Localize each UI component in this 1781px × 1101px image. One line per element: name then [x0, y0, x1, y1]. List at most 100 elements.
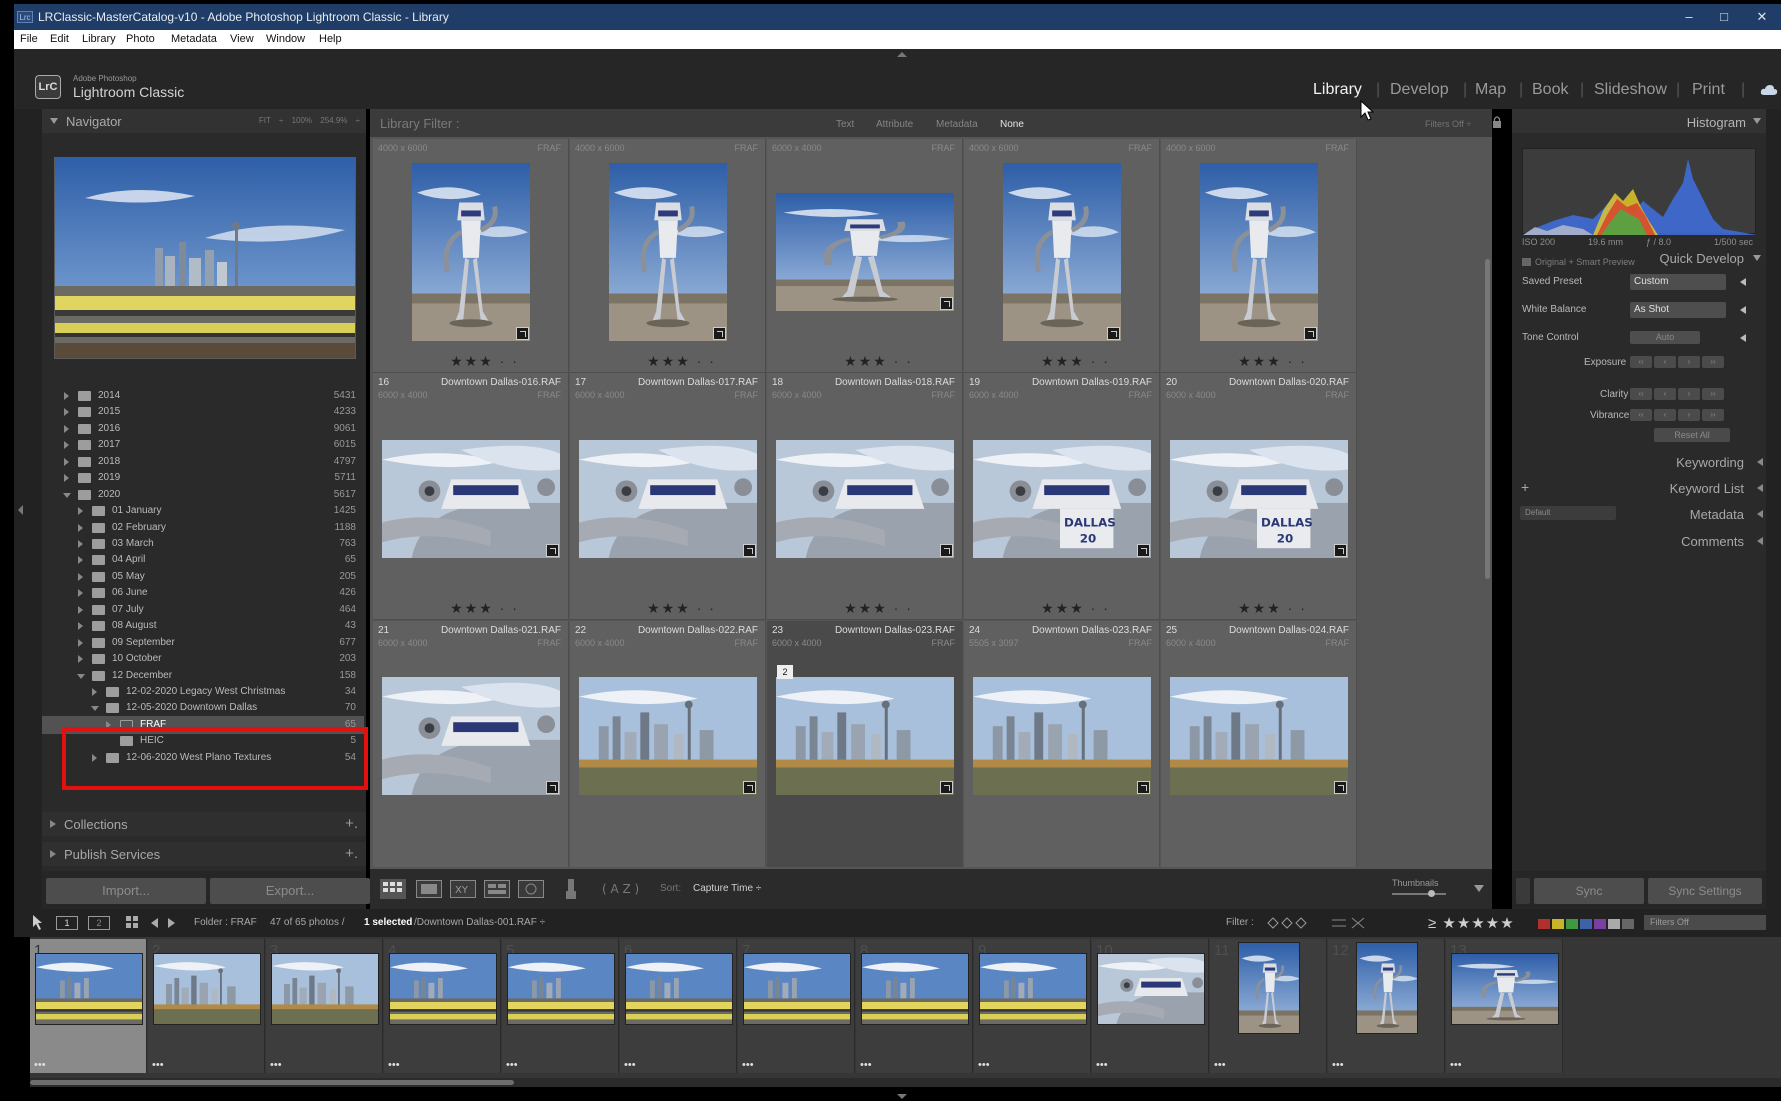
top-panel-toggle-icon[interactable]: [897, 52, 907, 57]
add-keyword-button[interactable]: +: [1521, 479, 1529, 495]
thumbnail-image[interactable]: DALLAS 20: [1170, 440, 1348, 558]
filter-none[interactable]: None: [1000, 119, 1024, 130]
thumbnail-size-knob[interactable]: [1428, 890, 1435, 897]
filmstrip-cell[interactable]: 2 •••: [148, 939, 265, 1073]
thumbnail-size-slider[interactable]: [1392, 893, 1446, 895]
people-view-icon[interactable]: [518, 880, 544, 898]
vibrance-buttons[interactable]: ‹‹ ‹ › ››: [1630, 409, 1726, 421]
filmstrip-filter-dropdown[interactable]: Filters Off: [1644, 915, 1766, 930]
sort-direction-icon[interactable]: ( A Z ): [602, 879, 642, 899]
grid-icon[interactable]: [126, 916, 140, 930]
color-label-purple[interactable]: [1594, 919, 1606, 929]
stack-count-badge[interactable]: 2: [777, 665, 793, 679]
collapse-caret-icon[interactable]: [1753, 255, 1761, 261]
back-arrow-icon[interactable]: [148, 916, 160, 930]
grid-cell[interactable]: 16 Downtown Dallas-016.RAF 6000 x 4000 F…: [373, 373, 569, 620]
folder-10-october[interactable]: 10 October 203: [42, 650, 364, 668]
forward-arrow-icon[interactable]: [166, 916, 178, 930]
folder-2017[interactable]: 2017 6015: [42, 436, 364, 454]
edited-badge-icon[interactable]: [1137, 544, 1150, 557]
thumbnail-image[interactable]: [382, 677, 560, 795]
color-label-none[interactable]: [1622, 919, 1634, 929]
filmstrip-cell[interactable]: 12 •••: [1328, 939, 1445, 1073]
thumbnail-image[interactable]: [382, 440, 560, 558]
folder-04-april[interactable]: 04 April 65: [42, 551, 364, 569]
navigator-preview[interactable]: [54, 157, 356, 359]
folder-01-january[interactable]: 01 January 1425: [42, 502, 364, 520]
grid-cell[interactable]: 11 Downtown Dallas-011.RAF 4000 x 6000 F…: [373, 139, 569, 373]
grid-cell[interactable]: 15 Downtown Dallas-015.RAF 4000 x 6000 F…: [1161, 139, 1357, 373]
toolbar-options-icon[interactable]: [1474, 885, 1484, 893]
expand-left-icon[interactable]: [1740, 306, 1746, 314]
edit-filter-icon[interactable]: [1332, 916, 1366, 930]
rating-stars[interactable]: ★★★ · ·: [1161, 600, 1356, 617]
rating-stars[interactable]: ★★★ · ·: [373, 600, 568, 617]
left-panel-edge[interactable]: [14, 109, 42, 909]
painter-icon[interactable]: [566, 879, 576, 899]
menu-photo[interactable]: Photo: [126, 33, 155, 45]
thumbnail-image[interactable]: [1003, 163, 1121, 341]
bottom-panel-toggle-icon[interactable]: [897, 1094, 907, 1099]
collapse-caret-icon[interactable]: [50, 118, 58, 124]
lock-icon[interactable]: [1492, 115, 1502, 129]
thumbnail-image[interactable]: [776, 440, 954, 558]
histogram-header[interactable]: Histogram: [1512, 109, 1766, 133]
maximize-button[interactable]: □: [1709, 7, 1739, 27]
color-label-red[interactable]: [1538, 919, 1550, 929]
metadata-header[interactable]: Metadata: [1512, 502, 1766, 526]
folder-downtown-dallas[interactable]: 12-05-2020 Downtown Dallas 70: [42, 699, 364, 717]
edited-badge-icon[interactable]: [1334, 781, 1347, 794]
menu-edit[interactable]: Edit: [50, 33, 69, 45]
add-collection-button[interactable]: +.: [345, 815, 358, 832]
edited-badge-icon[interactable]: [940, 297, 953, 310]
add-publish-service-button[interactable]: +.: [345, 845, 358, 862]
rating-stars[interactable]: ★★★ · ·: [1161, 353, 1356, 370]
import-button[interactable]: Import...: [46, 878, 206, 904]
color-label-blue[interactable]: [1580, 919, 1592, 929]
filmstrip-cell[interactable]: 11 •••: [1210, 939, 1327, 1073]
collapse-caret-icon[interactable]: [1753, 118, 1761, 124]
color-label-green[interactable]: [1566, 919, 1578, 929]
thumbnail-image[interactable]: [776, 193, 954, 311]
filmstrip-cell[interactable]: 7 •••: [738, 939, 855, 1073]
edited-badge-icon[interactable]: [713, 327, 726, 340]
minimize-button[interactable]: –: [1674, 7, 1704, 27]
rating-stars[interactable]: ★★★ · ·: [964, 600, 1159, 617]
grid-cell[interactable]: 13 Downtown Dallas-013.RAF 6000 x 4000 F…: [767, 139, 963, 373]
collapse-left-icon[interactable]: [18, 505, 23, 515]
thumbnail-image[interactable]: [579, 440, 757, 558]
navigator-zoom-options[interactable]: FIT ÷ 100% 254.9% ÷: [259, 116, 360, 125]
sync-settings-button[interactable]: Sync Settings: [1648, 878, 1762, 904]
filter-metadata[interactable]: Metadata: [936, 119, 978, 130]
filmstrip-cell[interactable]: 13 •••: [1446, 939, 1563, 1073]
filmstrip-cell[interactable]: 3 •••: [266, 939, 383, 1073]
menu-library[interactable]: Library: [82, 33, 116, 45]
publish-services-header[interactable]: Publish Services +.: [42, 842, 366, 866]
filmstrip-cell[interactable]: 9 •••: [974, 939, 1091, 1073]
filmstrip-thumbnail[interactable]: [507, 953, 615, 1025]
filmstrip-cell[interactable]: 10 •••: [1092, 939, 1209, 1073]
filmstrip-thumbnail[interactable]: [271, 953, 379, 1025]
filmstrip-thumbnail[interactable]: [1097, 953, 1205, 1025]
filters-off-dropdown[interactable]: Filters Off ÷: [1425, 119, 1471, 129]
edited-badge-icon[interactable]: [516, 327, 529, 340]
filmstrip-cell[interactable]: 1 •••: [30, 939, 147, 1073]
rating-stars[interactable]: ★★★ · ·: [373, 353, 568, 370]
thumbnail-image[interactable]: [776, 677, 954, 795]
module-print[interactable]: Print: [1692, 81, 1725, 99]
thumbnail-image[interactable]: [609, 163, 727, 341]
color-label-custom[interactable]: [1608, 919, 1620, 929]
keyword-list-header[interactable]: + Keyword List: [1512, 476, 1766, 500]
flag-filter-icon[interactable]: [1266, 916, 1310, 930]
rating-filter[interactable]: ≥ ★★★★★: [1428, 914, 1515, 932]
edited-badge-icon[interactable]: [546, 544, 559, 557]
module-develop[interactable]: Develop: [1390, 81, 1449, 99]
filmstrip-thumbnail[interactable]: [979, 953, 1087, 1025]
exposure-buttons[interactable]: ‹‹ ‹ › ››: [1630, 356, 1726, 368]
rating-stars[interactable]: ★★★ · ·: [570, 600, 765, 617]
edited-badge-icon[interactable]: [1334, 544, 1347, 557]
quick-develop-header[interactable]: Quick Develop: [1512, 246, 1766, 270]
thumbnail-image[interactable]: [973, 677, 1151, 795]
folder-2019[interactable]: 2019 5711: [42, 469, 364, 487]
filmstrip-scrollbar[interactable]: [30, 1078, 1781, 1087]
